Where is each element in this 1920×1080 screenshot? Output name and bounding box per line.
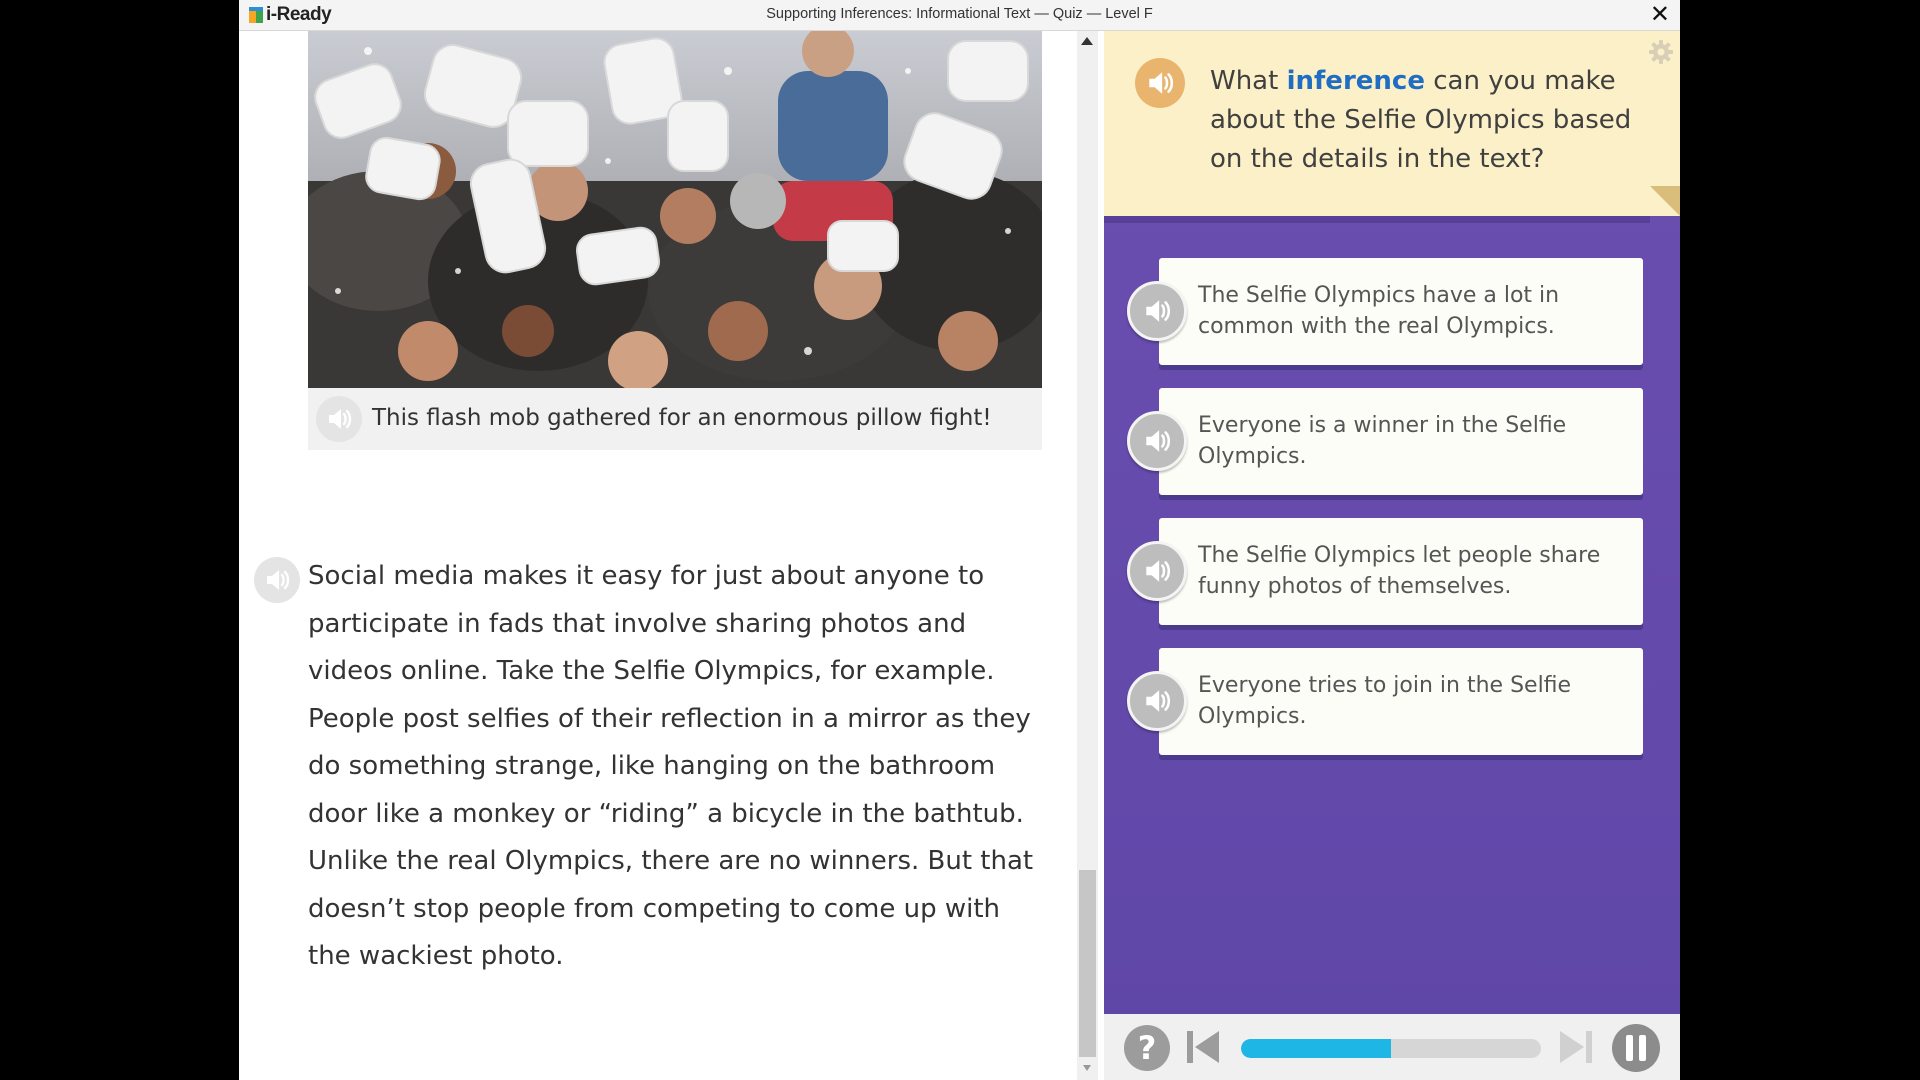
close-button[interactable]: ✕ bbox=[1650, 1, 1670, 27]
help-button[interactable]: ? bbox=[1124, 1025, 1170, 1071]
app-window: i-Ready Supporting Inferences: Informati… bbox=[239, 0, 1680, 1080]
question-card: What inference can you make about the Se… bbox=[1104, 31, 1680, 216]
bottom-toolbar: ? bbox=[1104, 1014, 1680, 1080]
answer-4-text: Everyone tries to join in the Selfie Oly… bbox=[1198, 673, 1572, 729]
scroll-up-arrow-icon[interactable] bbox=[1081, 37, 1093, 45]
help-icon[interactable]: ? bbox=[1138, 1029, 1157, 1067]
passage-pane: This flash mob gathered for an enormous … bbox=[239, 31, 1077, 1080]
progress-bar bbox=[1241, 1039, 1541, 1058]
scroll-thumb[interactable] bbox=[1079, 870, 1096, 1057]
answer-option-1[interactable]: The Selfie Olympics have a lot in common… bbox=[1127, 258, 1643, 365]
answer-option-2[interactable]: Everyone is a winner in the Selfie Olymp… bbox=[1127, 388, 1643, 495]
window-title: Supporting Inferences: Informational Tex… bbox=[766, 6, 1153, 22]
speaker-icon bbox=[1146, 430, 1171, 452]
title-bar: i-Ready Supporting Inferences: Informati… bbox=[239, 0, 1680, 31]
answer-1-speaker-button[interactable] bbox=[1127, 281, 1187, 341]
pillow-fight-photo bbox=[308, 31, 1042, 388]
answer-2-text: Everyone is a winner in the Selfie Olymp… bbox=[1198, 413, 1567, 469]
progress-bar-fill bbox=[1241, 1039, 1391, 1058]
question-text: What inference can you make about the Se… bbox=[1210, 62, 1660, 179]
speaker-icon bbox=[329, 409, 352, 429]
gear-icon[interactable] bbox=[1648, 39, 1674, 65]
answer-4-speaker-button[interactable] bbox=[1127, 671, 1187, 731]
caption-text: This flash mob gathered for an enormous … bbox=[372, 405, 992, 431]
photo-caption: This flash mob gathered for an enormous … bbox=[308, 388, 1042, 450]
passage-paragraph: Social media makes it easy for just abou… bbox=[308, 561, 1034, 971]
speaker-icon bbox=[1146, 300, 1171, 322]
paragraph-speaker-button[interactable] bbox=[254, 557, 300, 603]
next-icon[interactable] bbox=[1558, 1028, 1594, 1066]
speaker-icon bbox=[1146, 690, 1171, 712]
caption-speaker-button[interactable] bbox=[316, 396, 362, 442]
answer-3-speaker-button[interactable] bbox=[1127, 541, 1187, 601]
answer-1-text: The Selfie Olympics have a lot in common… bbox=[1198, 283, 1560, 339]
pause-button[interactable] bbox=[1612, 1024, 1660, 1072]
passage-scrollbar[interactable] bbox=[1077, 31, 1098, 1080]
pause-icon[interactable] bbox=[1623, 1035, 1649, 1061]
glossary-term-link[interactable]: inference bbox=[1287, 66, 1425, 96]
question-panel: What inference can you make about the Se… bbox=[1104, 31, 1680, 1014]
answer-2-speaker-button[interactable] bbox=[1127, 411, 1187, 471]
question-text-start: What bbox=[1210, 66, 1287, 96]
question-speaker-button[interactable] bbox=[1135, 58, 1185, 108]
answer-option-4[interactable]: Everyone tries to join in the Selfie Oly… bbox=[1127, 648, 1643, 755]
speaker-icon bbox=[267, 570, 290, 590]
close-icon[interactable]: ✕ bbox=[1650, 0, 1670, 28]
speaker-icon bbox=[1146, 560, 1171, 582]
card-corner-fold bbox=[1650, 186, 1680, 216]
speaker-icon bbox=[1149, 72, 1174, 94]
answer-3-text: The Selfie Olympics let people share fun… bbox=[1198, 543, 1601, 599]
question-card-shadow bbox=[1104, 216, 1650, 223]
answer-option-3[interactable]: The Selfie Olympics let people share fun… bbox=[1127, 518, 1643, 625]
previous-icon[interactable] bbox=[1185, 1028, 1221, 1066]
scroll-down-arrow-icon[interactable] bbox=[1083, 1065, 1091, 1071]
